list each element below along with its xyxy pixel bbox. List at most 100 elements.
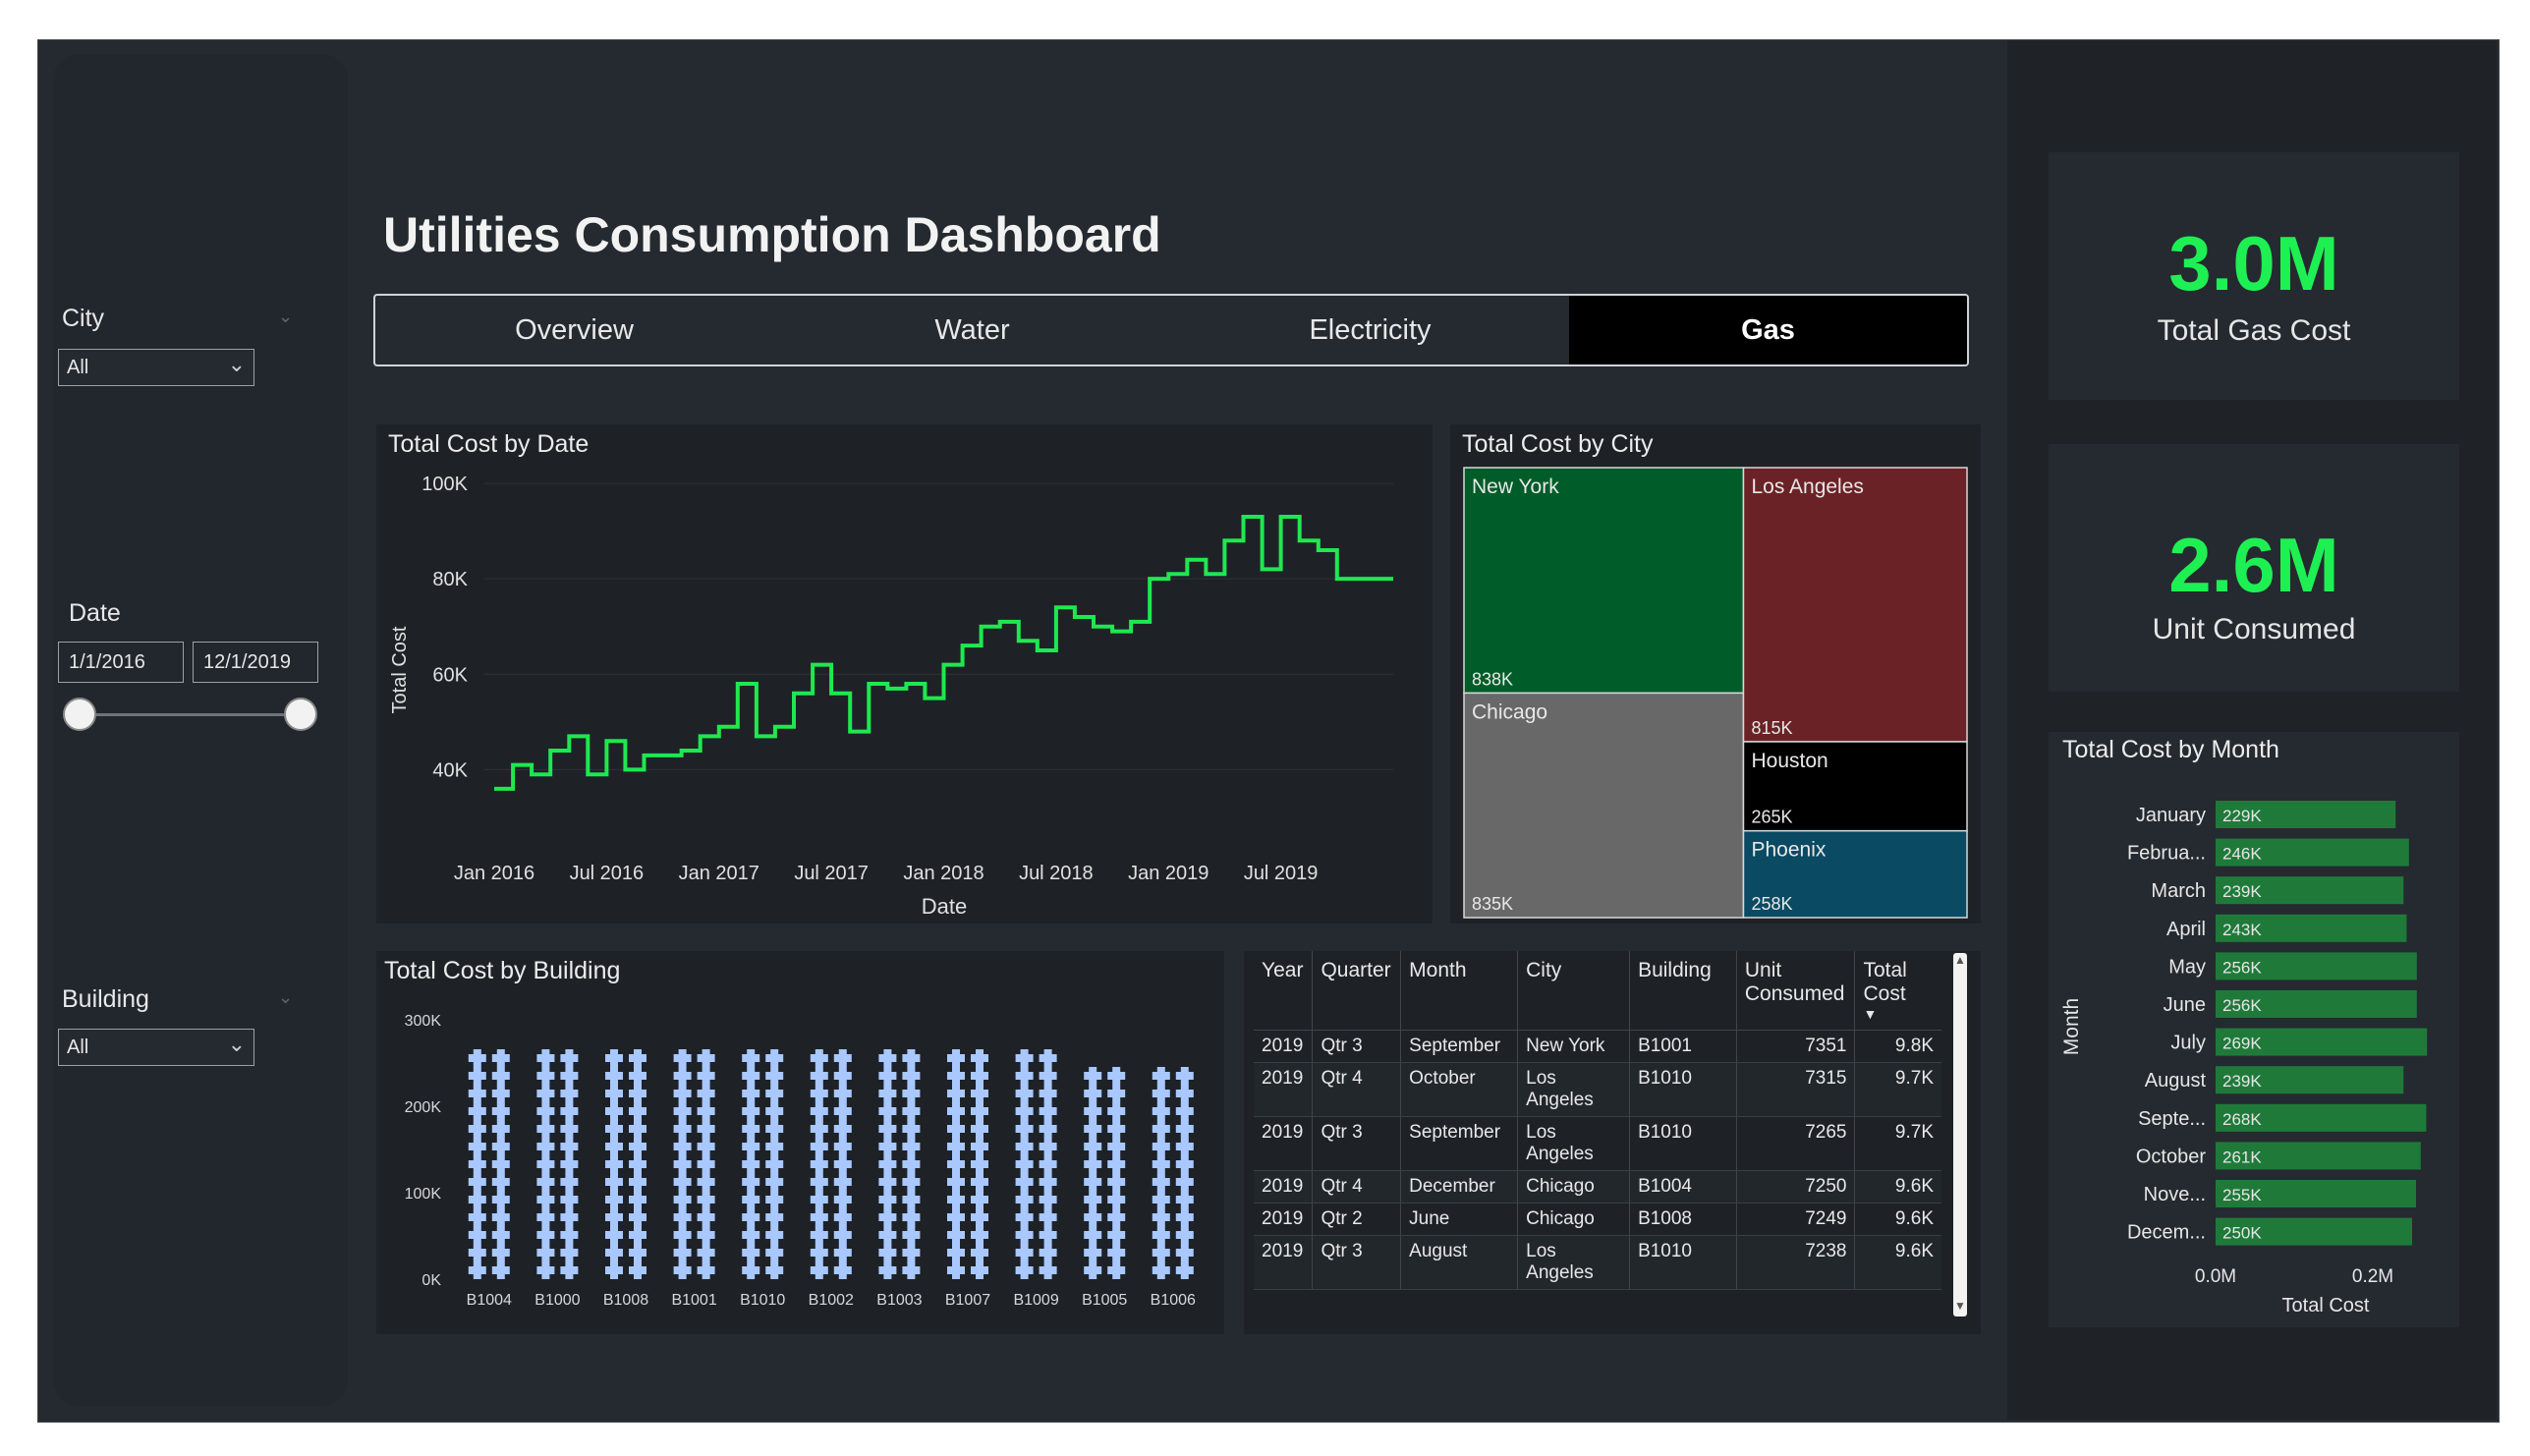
bar-pictogram [491,1049,510,1067]
bar-pictogram [947,1138,965,1155]
tab-water[interactable]: Water [773,296,1171,364]
bar-pictogram [605,1155,623,1173]
tab-gas[interactable]: Gas [1569,296,1967,364]
start-date-input[interactable]: 1/1/2016 [58,642,184,683]
table-row[interactable]: 2019 Qtr 4 December Chicago B1004 7250 9.6K [1254,1170,1941,1204]
bar-pictogram [833,1208,852,1226]
date-slicer-label: Date [69,599,121,627]
bar-pictogram [1084,1191,1102,1208]
bar-pictogram [1015,1208,1034,1226]
bar-pictogram [947,1067,965,1085]
table-scrollbar[interactable]: ▲ ▼ [1953,953,1967,1316]
month-label: Nove... [2144,1184,2206,1205]
col-total-cost[interactable]: Total Cost ▼ [1854,951,1941,1031]
end-date-input[interactable]: 12/1/2019 [193,642,318,683]
bar-pictogram [1175,1244,1194,1261]
x-axis-title: Total Cost [2282,1295,2370,1316]
bar-pictogram [742,1049,760,1067]
bar-pictogram [605,1049,623,1067]
city-dropdown[interactable]: All ⌄ [58,349,254,386]
bar-pictogram [1152,1138,1170,1155]
end-date-handle[interactable] [284,698,317,731]
cost-by-month-card: Total Cost by Month January 229K Februa...… [2049,732,2459,1327]
table-cell: 2019 [1254,1062,1314,1117]
bar-pictogram [902,1067,921,1085]
bar-pictogram [605,1226,623,1244]
bar-pictogram [1107,1244,1126,1261]
bar-pictogram [742,1191,760,1208]
bar-pictogram [491,1085,510,1102]
bar-pictogram [491,1120,510,1138]
table-row[interactable]: 2019 Qtr 3 September Los Angeles B1010 7265 9.… [1254,1116,1941,1171]
bar-pictogram [560,1226,579,1244]
col-unit-consumed[interactable]: Unit Consumed [1736,951,1856,1031]
bar-pictogram [947,1085,965,1102]
chevron-down-icon[interactable]: ⌄ [278,987,293,1008]
bar-pictogram [902,1085,921,1102]
bar-pictogram [468,1102,486,1120]
treemap-tile[interactable] [1463,692,1745,919]
col-city[interactable]: City [1517,951,1631,1031]
scroll-down-icon[interactable]: ▼ [1953,1299,1967,1316]
building-bar[interactable] [605,1049,647,1279]
table-row[interactable]: 2019 Qtr 3 September New York B1001 7351 9.8K [1254,1030,1941,1063]
tab-overview[interactable]: Overview [375,296,773,364]
treemap-tile[interactable] [1463,467,1745,695]
detail-table-card: Year Quarter Month City Building Unit Co… [1244,951,1981,1334]
table-row[interactable]: 2019 Qtr 2 June Chicago B1008 7249 9.6K [1254,1203,1941,1236]
table-cell: Qtr 4 [1312,1170,1402,1204]
month-label: October [2136,1146,2206,1167]
bar-pictogram [1039,1226,1057,1244]
building-bar[interactable] [1084,1067,1126,1279]
building-bar[interactable] [673,1049,715,1279]
table-row[interactable]: 2019 Qtr 3 August Los Angeles B1010 7238 9.6K [1254,1235,1941,1290]
building-bar[interactable] [810,1049,852,1279]
building-bar[interactable] [947,1049,988,1279]
page-title: Utilities Consumption Dashboard [383,207,1161,262]
table-cell: October [1400,1062,1519,1117]
bar-pictogram [629,1120,647,1138]
col-quarter[interactable]: Quarter [1312,951,1402,1031]
month-bar-value: 268K [2222,1110,2262,1129]
table-cell: 9.6K [1854,1235,1941,1290]
building-dropdown[interactable]: All ⌄ [58,1029,254,1066]
building-bar[interactable] [1152,1067,1194,1279]
chevron-down-icon[interactable]: ⌄ [278,307,293,327]
building-bar[interactable] [468,1049,510,1279]
col-month[interactable]: Month [1400,951,1519,1031]
building-bar[interactable] [536,1049,579,1279]
bar-pictogram [1015,1244,1034,1261]
bar-pictogram [971,1191,988,1208]
table-cell: B1010 [1629,1235,1737,1290]
treemap-tile[interactable] [1742,467,1968,743]
bar-pictogram [765,1138,784,1155]
table-cell: 2019 [1254,1030,1314,1063]
bar-pictogram [560,1102,579,1120]
start-date-handle[interactable] [63,698,96,731]
bar-pictogram [560,1191,579,1208]
table-cell: New York [1517,1030,1631,1063]
building-bar[interactable] [1015,1049,1057,1279]
bar-pictogram [1084,1067,1102,1085]
month-label: June [2164,994,2206,1016]
table-cell: 2019 [1254,1203,1314,1236]
treemap-tile-value: 835K [1472,894,1513,914]
building-bar[interactable] [878,1049,921,1279]
bar-pictogram [765,1155,784,1173]
treemap-tile-value: 258K [1751,894,1792,914]
col-year[interactable]: Year [1254,951,1314,1031]
bar-pictogram [878,1067,897,1085]
bar-pictogram [1107,1261,1126,1279]
tab-electricity[interactable]: Electricity [1171,296,1569,364]
x-tick-label: Jul 2019 [1244,863,1319,884]
building-bar[interactable] [742,1049,784,1279]
bar-pictogram [810,1120,828,1138]
bar-pictogram [673,1155,692,1173]
bar-pictogram [1175,1067,1194,1085]
bar-pictogram [902,1120,921,1138]
bar-pictogram [1039,1138,1057,1155]
bar-pictogram [1107,1155,1126,1173]
table-row[interactable]: 2019 Qtr 4 October Los Angeles B1010 7315 9.7K [1254,1062,1941,1117]
scroll-up-icon[interactable]: ▲ [1953,953,1967,971]
col-building[interactable]: Building [1629,951,1737,1031]
